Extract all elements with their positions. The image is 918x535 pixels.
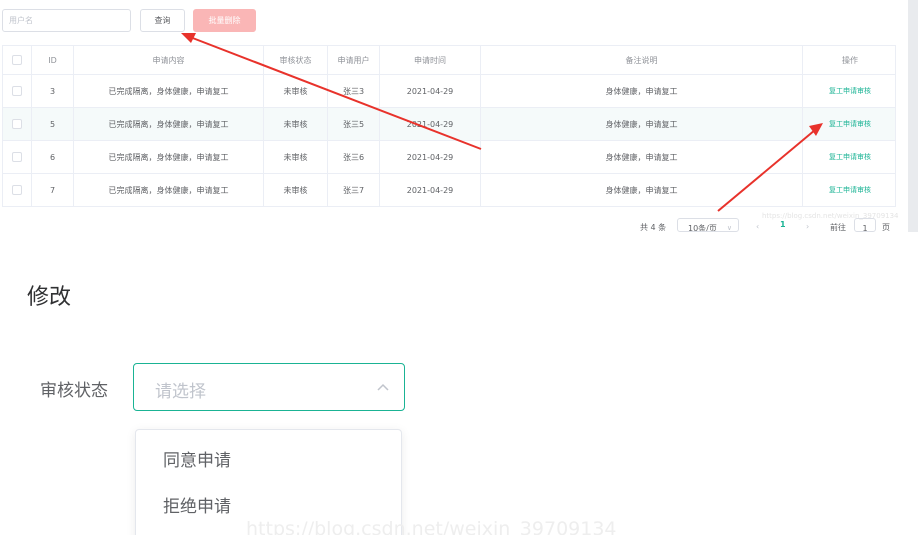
select-placeholder: 请选择 [155,382,206,402]
column-header-user: 申请用户 [328,46,380,74]
cell-content: 已完成隔离，身体健康，申请复工 [74,75,264,107]
cell-status: 未审核 [264,174,328,206]
data-table: ID 申请内容 审核状态 申请用户 申请时间 备注说明 操作 3 已完成隔离，身… [2,45,896,207]
cell-id: 3 [32,75,74,107]
select-all-cell [3,46,32,74]
scrollbar[interactable] [908,0,918,232]
table-row: 3 已完成隔离，身体健康，申请复工 未审核 张三3 2021-04-29 身体健… [3,75,895,108]
cell-status: 未审核 [264,75,328,107]
row-checkbox[interactable] [12,86,22,96]
status-select[interactable]: 请选择 [133,363,405,411]
column-header-action: 操作 [842,55,858,65]
column-header-content: 申请内容 [74,46,264,74]
row-select-cell [3,75,32,107]
cell-id: 7 [32,174,74,206]
page: 查询 批量删除 ID 申请内容 审核状态 申请用户 申请时间 备注说明 操作 3… [0,0,918,535]
pagination-total: 共 4 条 [640,223,667,232]
table-row: 6 已完成隔离，身体健康，申请复工 未审核 张三6 2021-04-29 身体健… [3,141,895,174]
query-button[interactable]: 查询 [140,9,185,32]
watermark: https://blog.csdn.net/weixin_39709134 [762,212,899,220]
review-link[interactable]: 复工申请审核 [829,185,871,195]
prev-page-icon[interactable]: ‹ [756,222,759,231]
select-all-checkbox[interactable] [12,55,22,65]
column-header-id: ID [32,46,74,74]
cell-content: 已完成隔离，身体健康，申请复工 [74,141,264,173]
table-row: 7 已完成隔离，身体健康，申请复工 未审核 张三7 2021-04-29 身体健… [3,174,895,206]
cell-content: 已完成隔离，身体健康，申请复工 [74,174,264,206]
arrow-head [181,33,196,43]
row-checkbox[interactable] [12,119,22,129]
cell-action: 复工申请审核 [803,75,895,107]
page-unit-label: 页 [882,223,890,232]
page-size-select[interactable]: 10条/页 ∨ [677,218,739,232]
batch-delete-button[interactable]: 批量删除 [193,9,256,32]
status-label: 审核状态 [40,381,108,401]
table-header: ID 申请内容 审核状态 申请用户 申请时间 备注说明 操作 [3,46,895,75]
page-number[interactable]: 1 [780,220,786,229]
cell-time: 2021-04-29 [380,108,481,140]
next-page-icon[interactable]: › [806,222,809,231]
cell-id: 5 [32,108,74,140]
row-select-cell [3,141,32,173]
review-link[interactable]: 复工申请审核 [829,119,871,129]
table-row: 5 已完成隔离，身体健康，申请复工 未审核 张三5 2021-04-29 身体健… [3,108,895,141]
cell-action: 复工申请审核 [803,141,895,173]
cell-note: 身体健康，申请复工 [481,108,803,140]
cell-note: 身体健康，申请复工 [481,141,803,173]
cell-note: 身体健康，申请复工 [481,75,803,107]
cell-user: 张三7 [328,174,380,206]
column-header-note: 备注说明 [481,46,803,74]
cell-note: 身体健康，申请复工 [481,174,803,206]
column-header-time: 申请时间 [380,46,481,74]
goto-page-input[interactable]: 1 [854,218,876,233]
row-checkbox[interactable] [12,185,22,195]
cell-id: 6 [32,141,74,173]
cell-time: 2021-04-29 [380,174,481,206]
review-link[interactable]: 复工申请审核 [829,86,871,96]
row-select-cell [3,174,32,206]
option-approve[interactable]: 同意申请 [136,439,401,483]
chevron-up-icon [377,383,389,391]
row-checkbox[interactable] [12,152,22,162]
cell-action: 复工申请审核 [803,174,895,206]
cell-action: 复工申请审核 [803,108,895,140]
review-link[interactable]: 复工申请审核 [829,152,871,162]
chevron-down-icon: ∨ [726,224,732,232]
cell-content: 已完成隔离，身体健康，申请复工 [74,108,264,140]
cell-user: 张三5 [328,108,380,140]
watermark: https://blog.csdn.net/weixin_39709134 [246,518,617,535]
cell-time: 2021-04-29 [380,141,481,173]
search-input[interactable] [2,9,131,32]
row-select-cell [3,108,32,140]
cell-user: 张三3 [328,75,380,107]
edit-title: 修改 [27,285,72,310]
cell-status: 未审核 [264,108,328,140]
page-size-value: 10条/页 [688,224,717,232]
cell-status: 未审核 [264,141,328,173]
cell-user: 张三6 [328,141,380,173]
goto-label: 前往 [830,223,846,232]
column-header-status: 审核状态 [264,46,328,74]
cell-time: 2021-04-29 [380,75,481,107]
